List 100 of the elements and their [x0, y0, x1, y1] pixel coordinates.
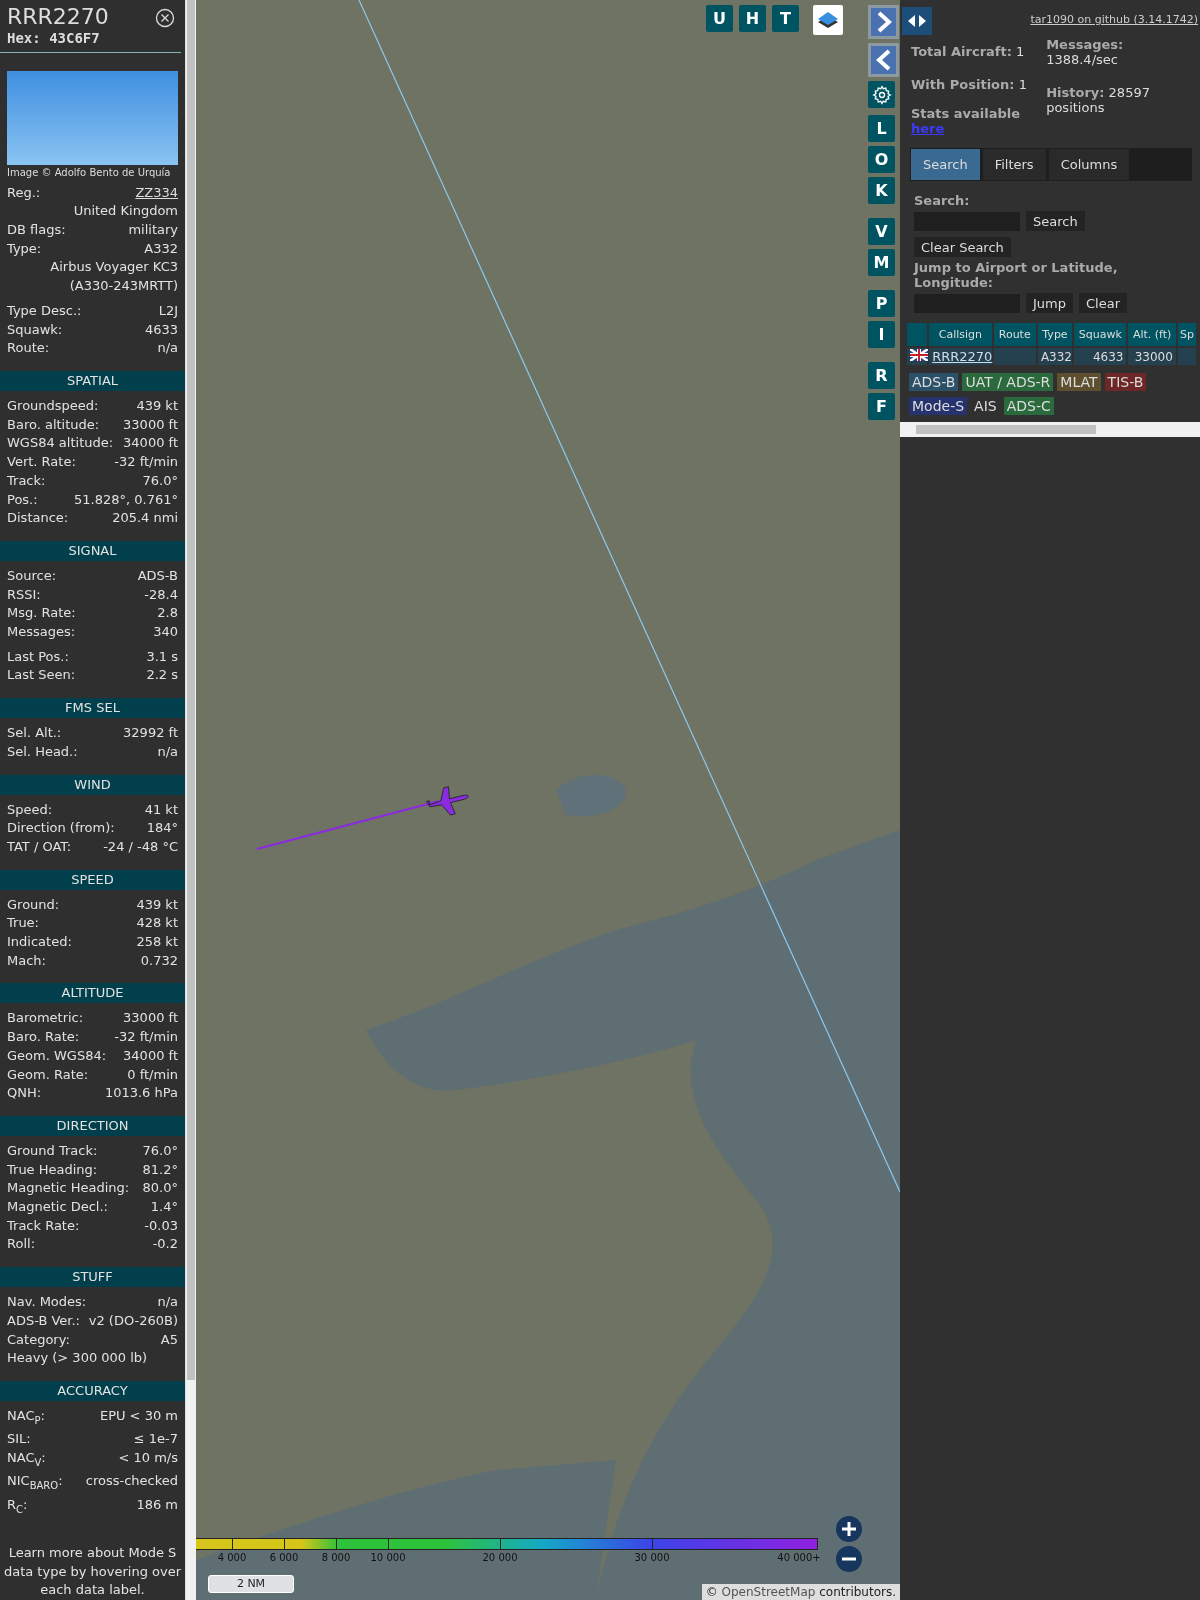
column-header[interactable]: Sp	[1177, 323, 1196, 346]
field-value: ADS-B	[137, 566, 178, 585]
field-value: ≤ 1e-7	[133, 1430, 178, 1449]
map-toggle-button[interactable]: I	[868, 321, 895, 348]
field-value: -32 ft/min	[114, 453, 178, 472]
field-label: Type Desc.:	[7, 301, 82, 320]
field-value: cross-checked	[85, 1472, 178, 1491]
stat-text: Total Aircraft: 1	[911, 44, 1026, 59]
horizontal-scrollbar[interactable]	[900, 422, 1200, 437]
field-value: Airbus Voyager KC3 (A330-243MRTT)	[49, 258, 178, 296]
field-label: NAC$_{P}$:	[7, 1407, 45, 1428]
section-header: ACCURACY	[0, 1381, 185, 1401]
chevron-right-icon[interactable]	[868, 5, 899, 39]
column-header[interactable]: Route	[993, 323, 1036, 346]
map-toggle-button[interactable]: M	[868, 249, 895, 276]
column-header[interactable]: Alt. (ft)	[1128, 323, 1176, 346]
field-label: NAC$_{V}$:	[7, 1449, 46, 1470]
chevron-left-icon[interactable]	[868, 43, 899, 77]
table-cell: A332	[1037, 348, 1073, 365]
jump-button[interactable]: Jump	[1026, 293, 1073, 313]
map-attribution: © OpenStreetMap contributors.	[701, 1584, 900, 1600]
field-label: QNH:	[7, 1084, 42, 1103]
section-header: DIRECTION	[0, 1115, 185, 1136]
aircraft-callsign: RRR2270	[7, 4, 109, 30]
field-label: Ground Track:	[7, 1141, 98, 1160]
openstreetmap-link[interactable]: OpenStreetMap	[721, 1585, 816, 1599]
layers-icon[interactable]	[813, 5, 843, 35]
field-value: 51.828°, 0.761°	[74, 490, 178, 509]
map-toggle-button[interactable]: K	[868, 177, 895, 204]
stats-note: Stats available	[911, 106, 1022, 121]
expand-collapse-icon[interactable]	[902, 7, 932, 35]
callsign-link[interactable]: RRR2270	[932, 349, 993, 364]
map-toggle-button[interactable]: L	[868, 115, 895, 142]
field-value: n/a	[157, 339, 178, 358]
source-badge: Mode-S	[909, 397, 968, 415]
settings-button[interactable]	[868, 81, 895, 108]
column-header[interactable]: Type	[1037, 323, 1073, 346]
map-toggle-button[interactable]: F	[868, 393, 895, 420]
map-toggle-button[interactable]: T	[772, 5, 799, 32]
field-label: True Heading:	[7, 1160, 98, 1179]
map-toggle-button[interactable]: O	[868, 146, 895, 173]
column-header[interactable]: Squawk	[1074, 323, 1127, 346]
legend-tick-label: 6 000	[269, 1552, 299, 1563]
legend-tick-label: 8 000	[321, 1552, 351, 1563]
tab[interactable]: Search	[911, 149, 980, 180]
section-header: WIND	[0, 774, 185, 795]
field-label: Heavy (> 300 000 lb)	[7, 1349, 148, 1368]
map-toggle-button[interactable]: R	[868, 362, 895, 389]
field-value: 33000 ft	[123, 415, 178, 434]
map-toggle-button[interactable]: V	[868, 218, 895, 245]
hex-code: Hex: 43C6F7	[7, 30, 101, 46]
field-value: 33000 ft	[123, 1009, 178, 1028]
source-badge: ADS-C	[1003, 397, 1054, 415]
field-label: Reg.:	[7, 183, 41, 202]
field-value: -0.03	[144, 1216, 178, 1235]
field-label: R$_{C}$:	[7, 1495, 28, 1517]
close-icon[interactable]	[155, 8, 175, 28]
field-value: United Kingdom	[73, 202, 178, 221]
legend-tick-label: 30 000	[634, 1552, 670, 1563]
clear-button[interactable]: Clear	[1079, 293, 1127, 313]
field-value: 186 m	[136, 1495, 178, 1514]
aircraft-icon[interactable]	[426, 786, 469, 816]
scrollbar[interactable]	[185, 0, 196, 1600]
field-label: DB flags:	[7, 221, 66, 240]
field-value: -24 / -48 °C	[103, 837, 178, 856]
column-header[interactable]: Callsign	[929, 323, 992, 346]
field-label: Ground:	[7, 895, 60, 914]
help-note: Learn more about Mode S data type by hovering over each data label.	[2, 1543, 183, 1600]
field-value: 2.8	[157, 604, 178, 623]
field-label: Indicated:	[7, 933, 72, 952]
field-value: 0 ft/min	[127, 1065, 178, 1084]
tab[interactable]: Columns	[1048, 149, 1130, 180]
map-toggle-button[interactable]: U	[706, 5, 733, 32]
field-value: 32992 ft	[123, 724, 178, 743]
source-badge: MLAT	[1057, 373, 1101, 391]
field-value: -28.4	[144, 585, 178, 604]
field-label: TAT / OAT:	[7, 837, 72, 856]
map-toggle-button[interactable]: P	[868, 290, 895, 317]
clear-search-button[interactable]: Clear Search	[914, 237, 1011, 257]
field-value: 0.732	[140, 951, 178, 970]
field-label: Last Seen:	[7, 666, 76, 685]
map-toggle-button[interactable]: H	[739, 5, 766, 32]
legend-tick-label: 4 000	[217, 1552, 247, 1563]
field-value: 340	[153, 623, 178, 641]
legend-tick-label: 40 000+	[777, 1552, 821, 1563]
github-link[interactable]: tar1090 on github (3.14.1742)	[1030, 13, 1198, 26]
field-value: A332	[144, 239, 178, 258]
search-button[interactable]: Search	[1026, 211, 1085, 231]
table-cell	[993, 348, 1036, 365]
registration-link[interactable]: ZZ334	[135, 183, 178, 203]
field-label: Speed:	[7, 800, 53, 819]
field-label: Sel. Head.:	[7, 742, 78, 761]
field-value: -32 ft/min	[114, 1028, 178, 1047]
field-label: Distance:	[7, 509, 69, 528]
table-cell: 4633	[1074, 348, 1127, 365]
field-label: Groundspeed:	[7, 397, 99, 415]
tab[interactable]: Filters	[982, 149, 1046, 180]
field-value: 439 kt	[136, 895, 178, 914]
search-label: Search:	[914, 193, 971, 208]
field-value: n/a	[157, 742, 178, 761]
